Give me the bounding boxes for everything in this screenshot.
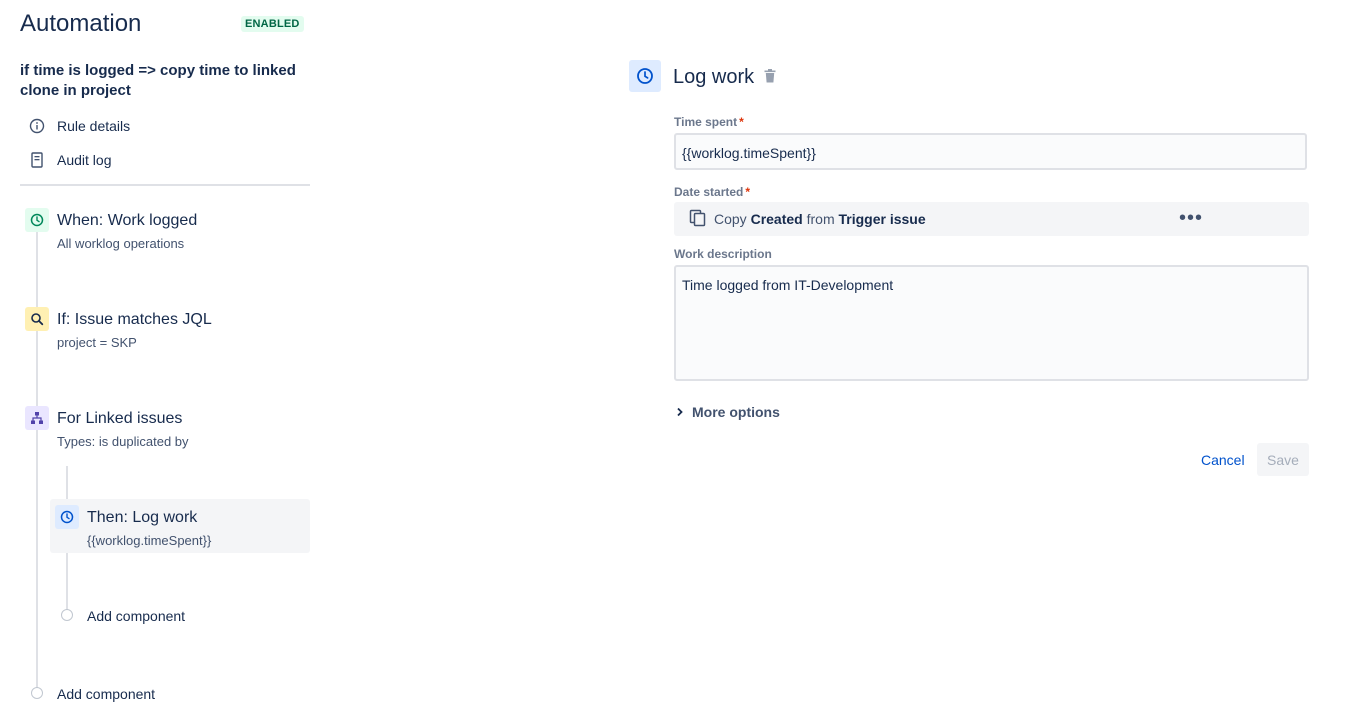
hierarchy-icon	[25, 406, 49, 430]
nav-label: Rule details	[57, 118, 131, 134]
work-description-textarea[interactable]: Time logged from IT-Development	[674, 265, 1309, 381]
copy-icon	[689, 209, 707, 232]
clock-icon	[25, 208, 49, 232]
trigger-subtitle: All worklog operations	[57, 236, 185, 251]
action-title[interactable]: Then: Log work	[87, 509, 197, 527]
trash-icon[interactable]	[763, 68, 777, 84]
date-started-value: Copy Created from Trigger issue	[714, 211, 926, 227]
add-component-dot	[61, 609, 73, 621]
nav-rule-details[interactable]: Rule details	[28, 116, 130, 136]
add-component-outer[interactable]: Add component	[57, 686, 155, 702]
clock-icon	[629, 60, 661, 92]
clock-icon	[55, 505, 79, 529]
branch-subtitle: Types: is duplicated by	[57, 434, 189, 449]
cancel-button[interactable]: Cancel	[1193, 444, 1253, 476]
trigger-title[interactable]: When: Work logged	[57, 212, 197, 230]
work-description-label: Work description	[674, 247, 772, 261]
action-subtitle: {{worklog.timeSpent}}	[87, 533, 212, 548]
condition-title[interactable]: If: Issue matches JQL	[57, 311, 212, 329]
document-icon	[28, 151, 46, 169]
required-mark: *	[739, 115, 744, 129]
chevron-right-icon	[676, 407, 684, 417]
rule-name: if time is logged => copy time to linked…	[20, 62, 296, 99]
required-mark: *	[745, 185, 751, 199]
search-icon	[25, 307, 49, 331]
condition-subtitle: project = SKP	[57, 335, 137, 350]
status-badge: ENABLED	[241, 16, 304, 32]
main-flow-line	[36, 228, 38, 688]
editor-title: Log work	[673, 66, 755, 88]
save-button[interactable]: Save	[1257, 443, 1309, 476]
branch-title[interactable]: For Linked issues	[57, 410, 182, 428]
divider	[20, 184, 310, 186]
more-actions-icon[interactable]: •••	[1179, 207, 1202, 229]
time-spent-label: Time spent *	[674, 115, 744, 129]
page-title: Automation	[20, 10, 142, 37]
date-started-label: Date started *	[674, 185, 751, 199]
info-icon	[28, 117, 46, 135]
nav-label: Audit log	[57, 152, 112, 168]
nav-audit-log[interactable]: Audit log	[28, 150, 111, 170]
add-component-dot	[31, 687, 43, 699]
add-component-inner[interactable]: Add component	[87, 608, 185, 624]
time-spent-input[interactable]: {{worklog.timeSpent}}	[674, 133, 1307, 170]
more-options-toggle[interactable]: More options	[676, 404, 780, 420]
